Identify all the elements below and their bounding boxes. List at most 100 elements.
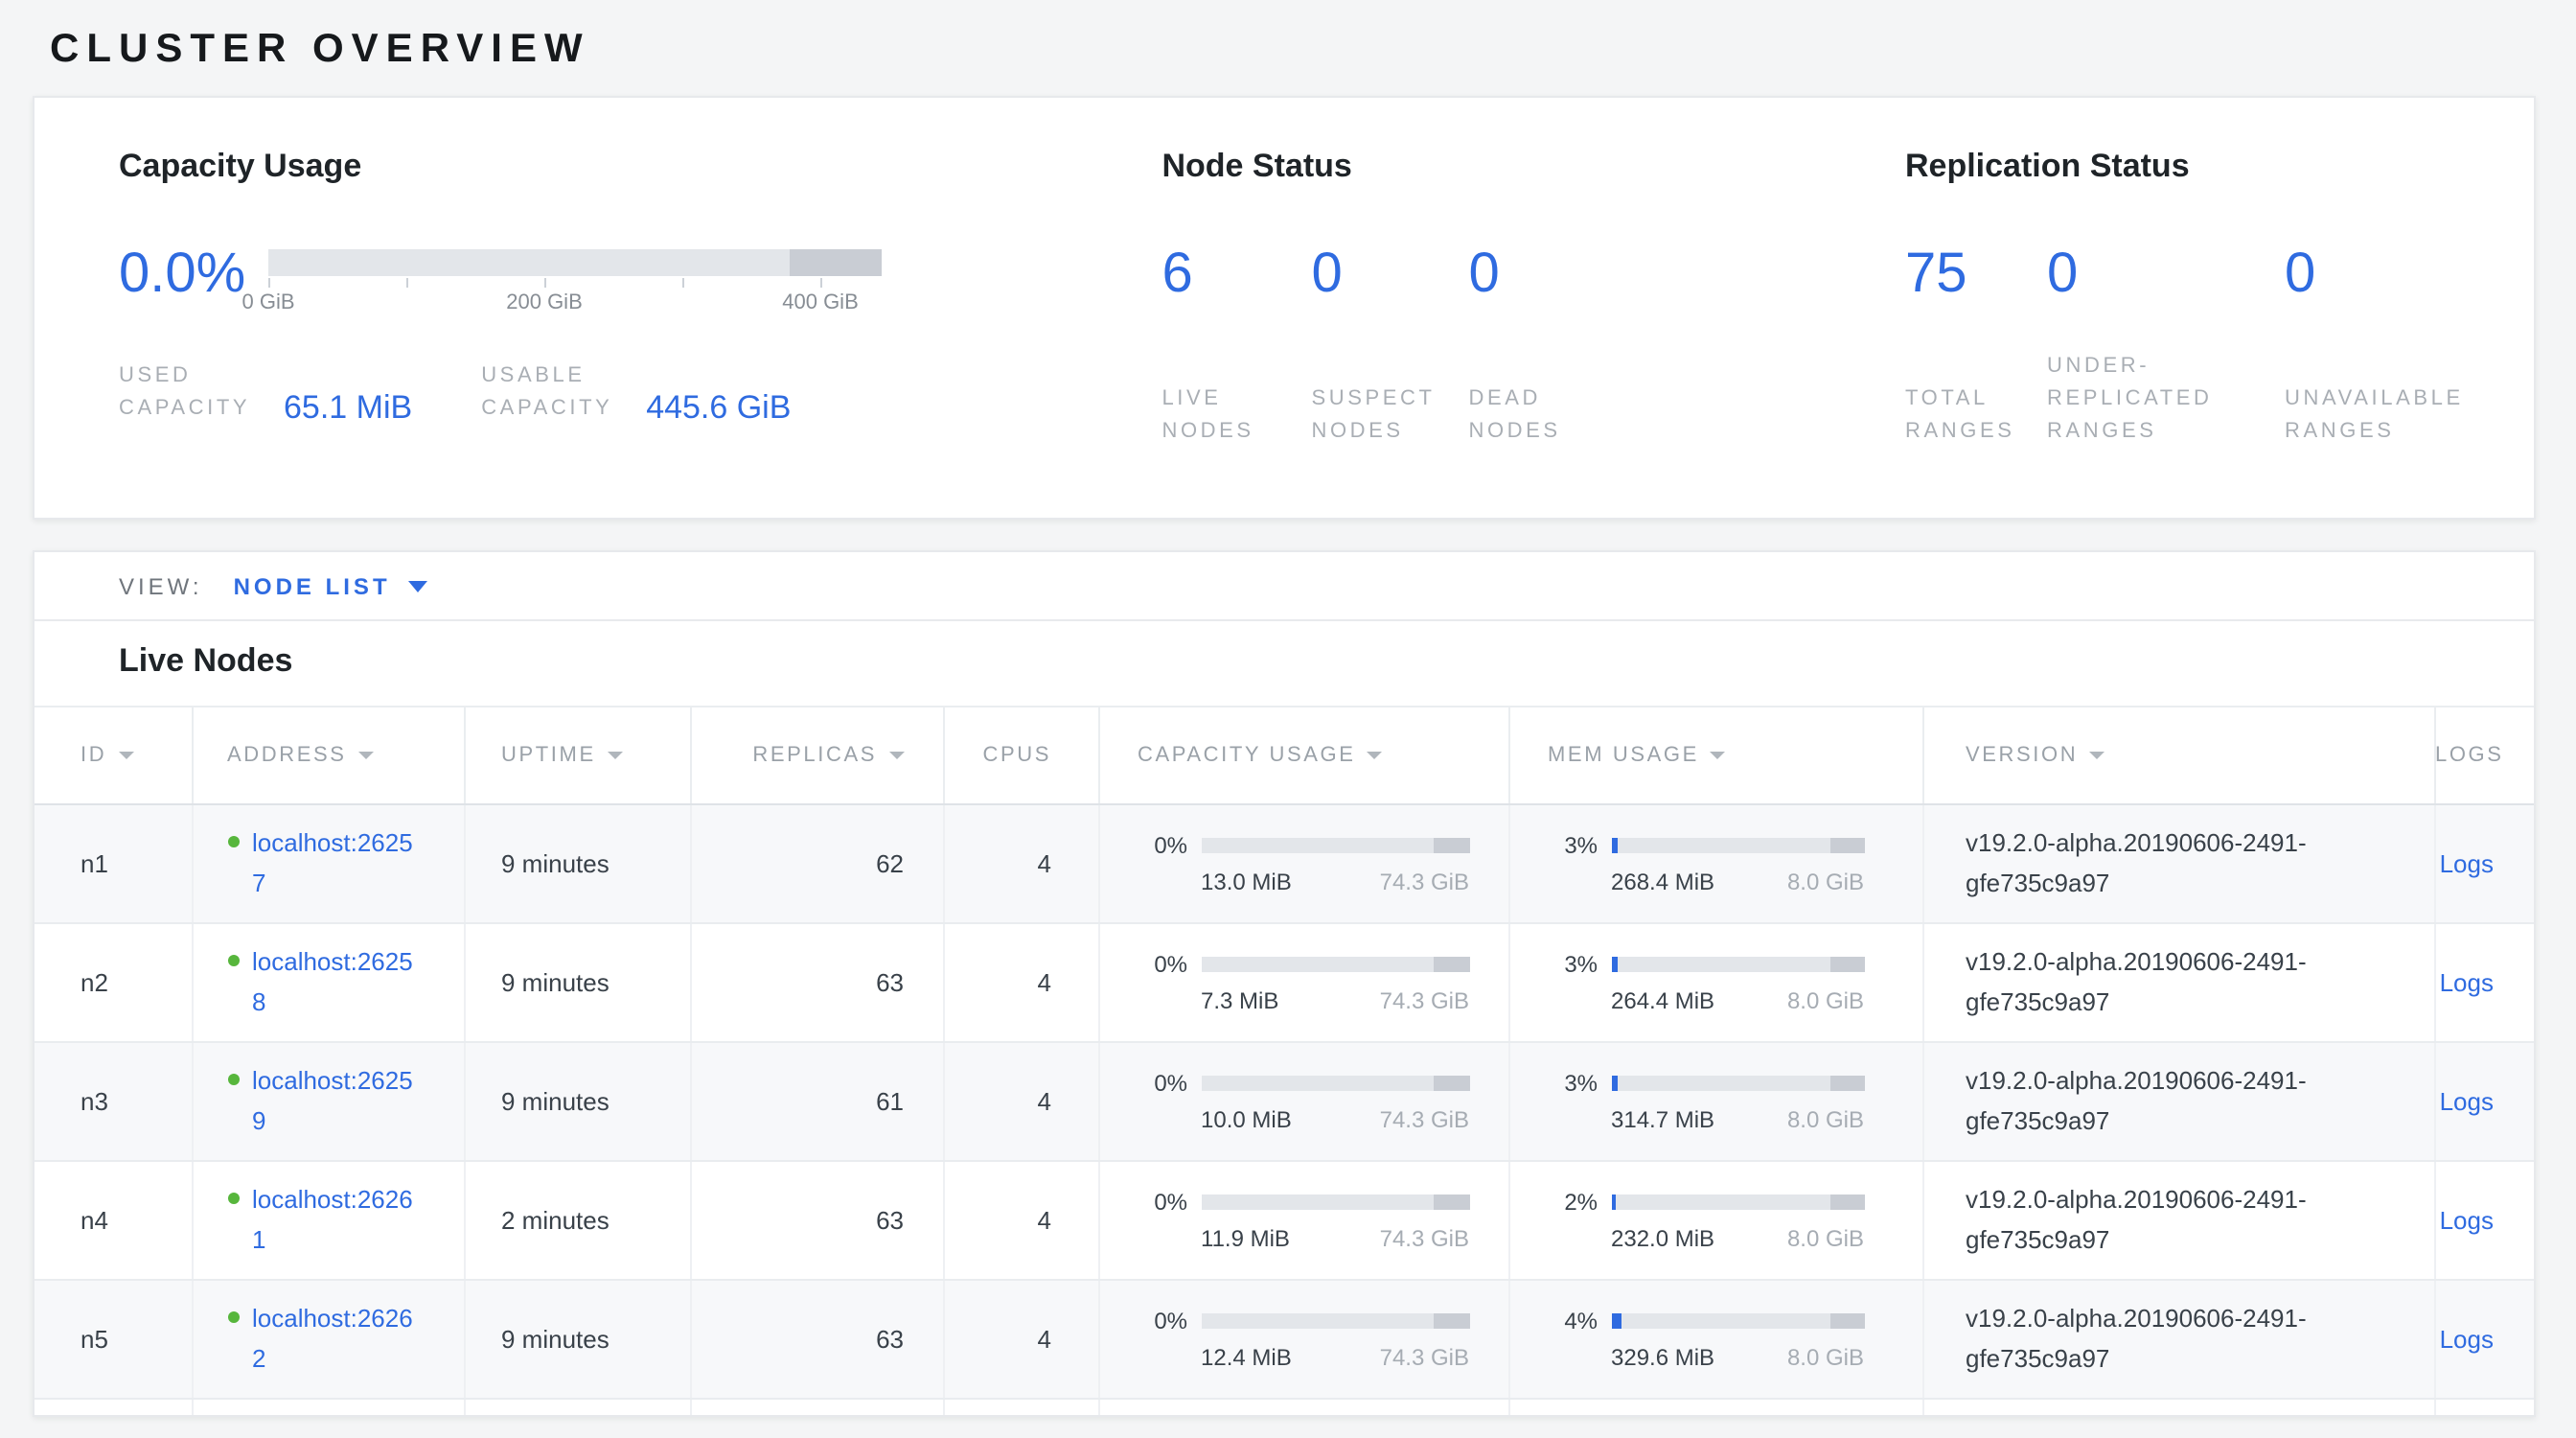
mem-bar <box>1611 1313 1864 1329</box>
mem-total-value: 8.0 GiB <box>1787 1225 1864 1252</box>
logs-link[interactable]: Logs <box>2440 1325 2494 1354</box>
column-header-uptime[interactable]: UPTIME <box>464 707 690 804</box>
page-title: CLUSTER OVERVIEW <box>50 27 2576 73</box>
cluster-summary-card: Capacity Usage 0.0% 0 GiB <box>33 96 2536 520</box>
sort-desc-icon <box>1368 752 1383 759</box>
usable-capacity-value: 445.6 GiB <box>646 392 791 428</box>
cpus-cell: 4 <box>943 1042 1098 1161</box>
cpus-cell: 4 <box>943 1280 1098 1399</box>
mem-percent: 3% <box>1548 832 1598 859</box>
uptime-cell: 9 minutes <box>464 1042 690 1161</box>
column-header-capacity-usage[interactable]: CAPACITY USAGE <box>1098 707 1508 804</box>
mem-usage-meter: 3% 268.4 MiB8.0 GiB <box>1548 832 1921 895</box>
cpus-cell: 4 <box>943 1161 1098 1280</box>
dead-nodes-stat: 0 DEAD NODES <box>1468 247 1641 449</box>
column-header-version[interactable]: VERSION <box>1922 707 2434 804</box>
capacity-usage-meter: 0% 13.0 MiB74.3 GiB <box>1138 832 1507 895</box>
node-status-section: Node Status 6 LIVE NODES 0 SUSPECT NODES… <box>1162 148 1905 518</box>
uptime-cell: 9 minutes <box>464 804 690 923</box>
live-nodes-count: 6 <box>1162 247 1311 303</box>
view-label: VIEW: <box>119 572 203 599</box>
node-id-cell: n3 <box>34 1042 192 1161</box>
node-address-link[interactable]: localhost:26262 <box>252 1301 415 1379</box>
column-header-address[interactable]: ADDRESS <box>192 707 464 804</box>
replicas-cell: 63 <box>690 923 943 1042</box>
capacity-usage-meter: 0% 11.9 MiB74.3 GiB <box>1138 1189 1507 1252</box>
capacity-usage-title: Capacity Usage <box>119 148 1162 186</box>
table-row: n2 localhost:26258 9 minutes 63 4 0% 7.3… <box>34 923 2536 1042</box>
replicas-cell: 63 <box>690 1161 943 1280</box>
logs-link[interactable]: Logs <box>2440 1206 2494 1235</box>
cluster-overview-page: CLUSTER OVERVIEW Capacity Usage 0.0% <box>0 0 2576 1438</box>
view-selector-bar: VIEW: NODE LIST <box>34 552 2534 621</box>
replicas-cell: 61 <box>690 1042 943 1161</box>
table-header-row: ID ADDRESS UPTIME REPLICAS CPUS CAPACITY… <box>34 707 2536 804</box>
version-cell: v19.2.0-alpha.20190606-2491-gfe735c9a97 <box>1966 1063 2372 1141</box>
capacity-percent: 0% <box>1138 1308 1187 1334</box>
uptime-cell: 9 minutes <box>464 1280 690 1399</box>
used-capacity-stat: USED CAPACITY 65.1 MiB <box>119 360 412 426</box>
node-list-card: VIEW: NODE LIST Live Nodes ID ADDRESS UP… <box>33 550 2536 1417</box>
logs-link[interactable]: Logs <box>2440 968 2494 997</box>
version-cell: v19.2.0-alpha.20190606-2491-gfe735c9a97 <box>1966 944 2372 1022</box>
mem-percent: 3% <box>1548 951 1598 978</box>
capacity-total-value: 74.3 GiB <box>1380 869 1469 895</box>
sort-desc-icon <box>888 752 904 759</box>
logs-link[interactable]: Logs <box>2440 849 2494 878</box>
version-cell: v19.2.0-alpha.20190606-2491-gfe735c9a97 <box>1966 1182 2372 1260</box>
capacity-bar <box>1201 838 1469 853</box>
mem-bar <box>1611 838 1864 853</box>
column-header-cpus[interactable]: CPUS <box>943 707 1098 804</box>
logs-link[interactable]: Logs <box>2440 1087 2494 1116</box>
table-row: n3 localhost:26259 9 minutes 61 4 0% 10.… <box>34 1042 2536 1161</box>
capacity-total-value: 74.3 GiB <box>1380 987 1469 1014</box>
live-node-dot-icon <box>227 956 239 967</box>
suspect-nodes-count: 0 <box>1311 247 1468 303</box>
capacity-usage-meter: 0% 12.4 MiB74.3 GiB <box>1138 1308 1507 1371</box>
tick-label-200: 200 GiB <box>506 291 583 314</box>
mem-percent: 4% <box>1548 1308 1598 1334</box>
column-header-id[interactable]: ID <box>34 707 192 804</box>
capacity-meter: 0 GiB 200 GiB 400 GiB <box>268 249 882 318</box>
node-id-cell: n1 <box>34 804 192 923</box>
live-node-dot-icon <box>227 1312 239 1324</box>
mem-total-value: 8.0 GiB <box>1787 1106 1864 1133</box>
capacity-usage-meter: 0% 7.3 MiB74.3 GiB <box>1138 951 1507 1014</box>
mem-total-value: 8.0 GiB <box>1787 987 1864 1014</box>
under-replicated-count: 0 <box>2047 247 2285 303</box>
mem-used-value: 232.0 MiB <box>1611 1225 1714 1252</box>
node-address-link[interactable]: localhost:26261 <box>252 1182 415 1260</box>
node-address-link[interactable]: localhost:26258 <box>252 944 415 1022</box>
replication-status-title: Replication Status <box>1905 148 2534 186</box>
capacity-used-value: 12.4 MiB <box>1201 1344 1292 1371</box>
capacity-usage-meter: 0% 10.0 MiB74.3 GiB <box>1138 1070 1507 1133</box>
total-ranges-stat: 75 TOTAL RANGES <box>1905 247 2047 449</box>
capacity-bar <box>1201 957 1469 972</box>
node-address-link[interactable]: localhost:26257 <box>252 825 415 903</box>
mem-used-value: 329.6 MiB <box>1611 1344 1714 1371</box>
live-nodes-table: ID ADDRESS UPTIME REPLICAS CPUS CAPACITY… <box>34 706 2536 1417</box>
mem-bar <box>1611 1076 1864 1091</box>
table-row-partial <box>34 1399 2536 1417</box>
column-header-mem-usage[interactable]: MEM USAGE <box>1508 707 1922 804</box>
live-nodes-header: Live Nodes <box>34 621 2534 706</box>
unavailable-ranges-label: UNAVAILABLE RANGES <box>2285 383 2492 449</box>
under-replicated-label: UNDER-REPLICATED RANGES <box>2047 351 2235 449</box>
capacity-bar <box>1201 1313 1469 1329</box>
version-cell: v19.2.0-alpha.20190606-2491-gfe735c9a97 <box>1966 825 2372 903</box>
total-ranges-label: TOTAL RANGES <box>1905 383 2043 449</box>
column-header-replicas[interactable]: REPLICAS <box>690 707 943 804</box>
total-ranges-count: 75 <box>1905 247 2047 303</box>
mem-percent: 3% <box>1548 1070 1598 1097</box>
column-header-logs: LOGS <box>2434 707 2536 804</box>
tick-label-0: 0 GiB <box>242 291 294 314</box>
replicas-cell: 63 <box>690 1280 943 1399</box>
replicas-cell: 62 <box>690 804 943 923</box>
table-row: n1 localhost:26257 9 minutes 62 4 0% 13.… <box>34 804 2536 923</box>
node-address-link[interactable]: localhost:26259 <box>252 1063 415 1141</box>
live-nodes-label: LIVE NODES <box>1162 383 1296 449</box>
under-replicated-ranges-stat: 0 UNDER-REPLICATED RANGES <box>2047 247 2285 449</box>
live-node-dot-icon <box>227 1075 239 1086</box>
view-dropdown[interactable]: NODE LIST <box>234 572 427 599</box>
view-dropdown-value: NODE LIST <box>234 572 391 599</box>
